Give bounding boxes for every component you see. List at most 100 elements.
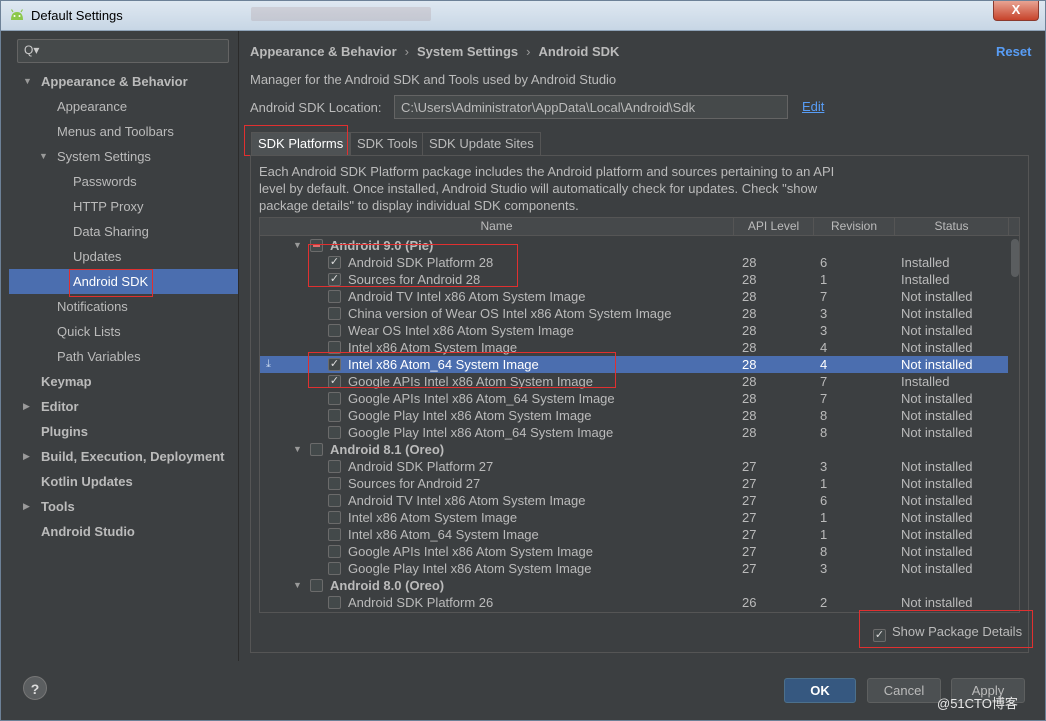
settings-sidebar: Q▾ ▼ Appearance & Behavior Appearance Menus… [9,37,238,649]
table-group-row[interactable]: ▼ Android 9.0 (Pie) [260,237,1008,254]
checkbox-icon[interactable] [328,494,341,507]
checkbox-checked-icon[interactable]: ✓ [328,358,341,371]
settings-search-input[interactable]: Q▾ [17,39,229,63]
table-row[interactable]: Intel x86 Atom System Image 27 1 Not instal… [260,509,1008,526]
sidebar-item[interactable]: ▶ Tools [9,494,238,519]
sidebar-item[interactable]: Data Sharing [9,219,238,244]
table-row[interactable]: Android SDK Platform 26 26 2 Not installed [260,594,1008,611]
sidebar-item-label: Notifications [57,299,128,314]
checkbox-icon[interactable] [328,460,341,473]
checkbox-icon[interactable] [328,596,341,609]
table-row[interactable]: Google Play Intel x86 Atom System Image 2… [260,407,1008,424]
expand-arrow-icon[interactable]: ▼ [23,69,32,94]
api-level-cell: 28 [742,340,757,355]
tab-sdk-platforms[interactable]: SDK Platforms [251,132,351,155]
checkbox-icon[interactable] [328,324,341,337]
cancel-button[interactable]: Cancel [867,678,941,703]
sdk-location-field[interactable]: C:\Users\Administrator\AppData\Local\And… [394,95,788,119]
sidebar-item[interactable]: Notifications [9,294,238,319]
sidebar-item[interactable]: Passwords [9,169,238,194]
package-name: Intel x86 Atom_64 System Image [348,527,539,542]
ok-button[interactable]: OK [784,678,856,703]
table-row[interactable]: Android TV Intel x86 Atom System Image 28… [260,288,1008,305]
close-button[interactable]: X [993,1,1039,21]
table-row[interactable]: Google APIs Intel x86 Atom System Image 2… [260,543,1008,560]
collapse-arrow-icon[interactable]: ▶ [23,444,30,469]
edit-location-link[interactable]: Edit [802,99,824,114]
sidebar-item[interactable]: Menus and Toolbars [9,119,238,144]
sidebar-item[interactable]: ▶ Build, Execution, Deployment [9,444,238,469]
collapse-arrow-icon[interactable]: ▶ [23,494,30,519]
revision-cell: 7 [820,391,828,406]
checkbox-icon[interactable] [328,511,341,524]
sidebar-item[interactable]: Path Variables [9,344,238,369]
api-level-cell: 28 [742,391,757,406]
collapse-arrow-icon[interactable]: ▶ [23,394,30,419]
table-row[interactable]: China version of Wear OS Intel x86 Atom … [260,305,1008,322]
api-level-cell: 28 [742,289,757,304]
table-row[interactable]: ✓ Android SDK Platform 28 28 6 Installed [260,254,1008,271]
table-row[interactable]: Android TV Intel x86 Atom System Image 27… [260,492,1008,509]
scrollbar-thumb[interactable] [1011,239,1019,277]
column-header-status[interactable]: Status [895,218,1009,236]
sidebar-item[interactable]: ▼ Appearance & Behavior [9,69,238,94]
status-cell: Not installed [901,425,973,440]
table-row[interactable]: Intel x86 Atom_64 System Image 27 1 Not ins… [260,526,1008,543]
checkbox-icon[interactable] [328,562,341,575]
sidebar-item[interactable]: ▼ System Settings [9,144,238,169]
show-package-details-checkbox[interactable]: ✓ Show Package Details [873,624,1022,642]
sidebar-item[interactable]: ▶ Editor [9,394,238,419]
checkbox-icon[interactable] [328,426,341,439]
table-row[interactable]: Google Play Intel x86 Atom System Image 2… [260,560,1008,577]
tab-sdk-update-sites[interactable]: SDK Update Sites [422,132,541,155]
reset-link[interactable]: Reset [996,44,1031,59]
package-name: Intel x86 Atom_64 System Image [348,357,539,372]
sidebar-item[interactable]: Plugins [9,419,238,444]
checkbox-icon[interactable] [328,341,341,354]
status-cell: Not installed [901,306,973,321]
checkbox-partial-icon[interactable] [310,239,323,252]
checkbox-checked-icon[interactable]: ✓ [328,273,341,286]
column-header-revision[interactable]: Revision [814,218,895,236]
sidebar-item[interactable]: Updates [9,244,238,269]
expand-arrow-icon[interactable]: ▼ [39,144,48,169]
sidebar-item-label: Path Variables [57,349,141,364]
table-row[interactable]: ✓ Google APIs Intel x86 Atom System Image… [260,373,1008,390]
table-row[interactable]: Android SDK Platform 27 27 3 Not installed [260,458,1008,475]
table-group-row[interactable]: ▼ Android 8.0 (Oreo) [260,577,1008,594]
sidebar-item[interactable]: Android Studio [9,519,238,544]
checkbox-icon[interactable] [328,409,341,422]
table-group-row[interactable]: ▼ Android 8.1 (Oreo) [260,441,1008,458]
column-header-name[interactable]: Name [260,218,734,236]
sidebar-item[interactable]: Kotlin Updates [9,469,238,494]
checkbox-icon[interactable] [328,528,341,541]
table-row[interactable]: ⤓ ✓ Intel x86 Atom_64 System Image 28 4 Not i… [260,356,1008,373]
column-header-api-level[interactable]: API Level [734,218,814,236]
checkbox-icon[interactable] [328,290,341,303]
table-scrollbar[interactable] [1010,237,1019,612]
checkbox-checked-icon[interactable]: ✓ [328,256,341,269]
checkbox-icon[interactable] [328,307,341,320]
table-row[interactable]: Google APIs Intel x86 Atom_64 System Ima… [260,390,1008,407]
help-button[interactable]: ? [23,676,47,700]
sidebar-item[interactable]: Android SDK [9,269,238,294]
checkbox-icon[interactable] [328,545,341,558]
tab-sdk-tools[interactable]: SDK Tools [350,132,425,155]
sidebar-item[interactable]: Appearance [9,94,238,119]
table-row[interactable]: Sources for Android 27 27 1 Not installed [260,475,1008,492]
checkbox-icon[interactable] [328,392,341,405]
expand-arrow-icon[interactable]: ▼ [293,577,302,594]
checkbox-icon[interactable] [310,443,323,456]
table-row[interactable]: Wear OS Intel x86 Atom System Image 28 3 No… [260,322,1008,339]
sidebar-item[interactable]: Quick Lists [9,319,238,344]
checkbox-checked-icon[interactable]: ✓ [328,375,341,388]
checkbox-icon[interactable] [328,477,341,490]
expand-arrow-icon[interactable]: ▼ [293,237,302,254]
table-row[interactable]: Google Play Intel x86 Atom_64 System Ima… [260,424,1008,441]
table-row[interactable]: ✓ Sources for Android 28 28 1 Installed [260,271,1008,288]
expand-arrow-icon[interactable]: ▼ [293,441,302,458]
table-row[interactable]: Intel x86 Atom System Image 28 4 Not instal… [260,339,1008,356]
sidebar-item[interactable]: Keymap [9,369,238,394]
sidebar-item[interactable]: HTTP Proxy [9,194,238,219]
checkbox-icon[interactable] [310,579,323,592]
